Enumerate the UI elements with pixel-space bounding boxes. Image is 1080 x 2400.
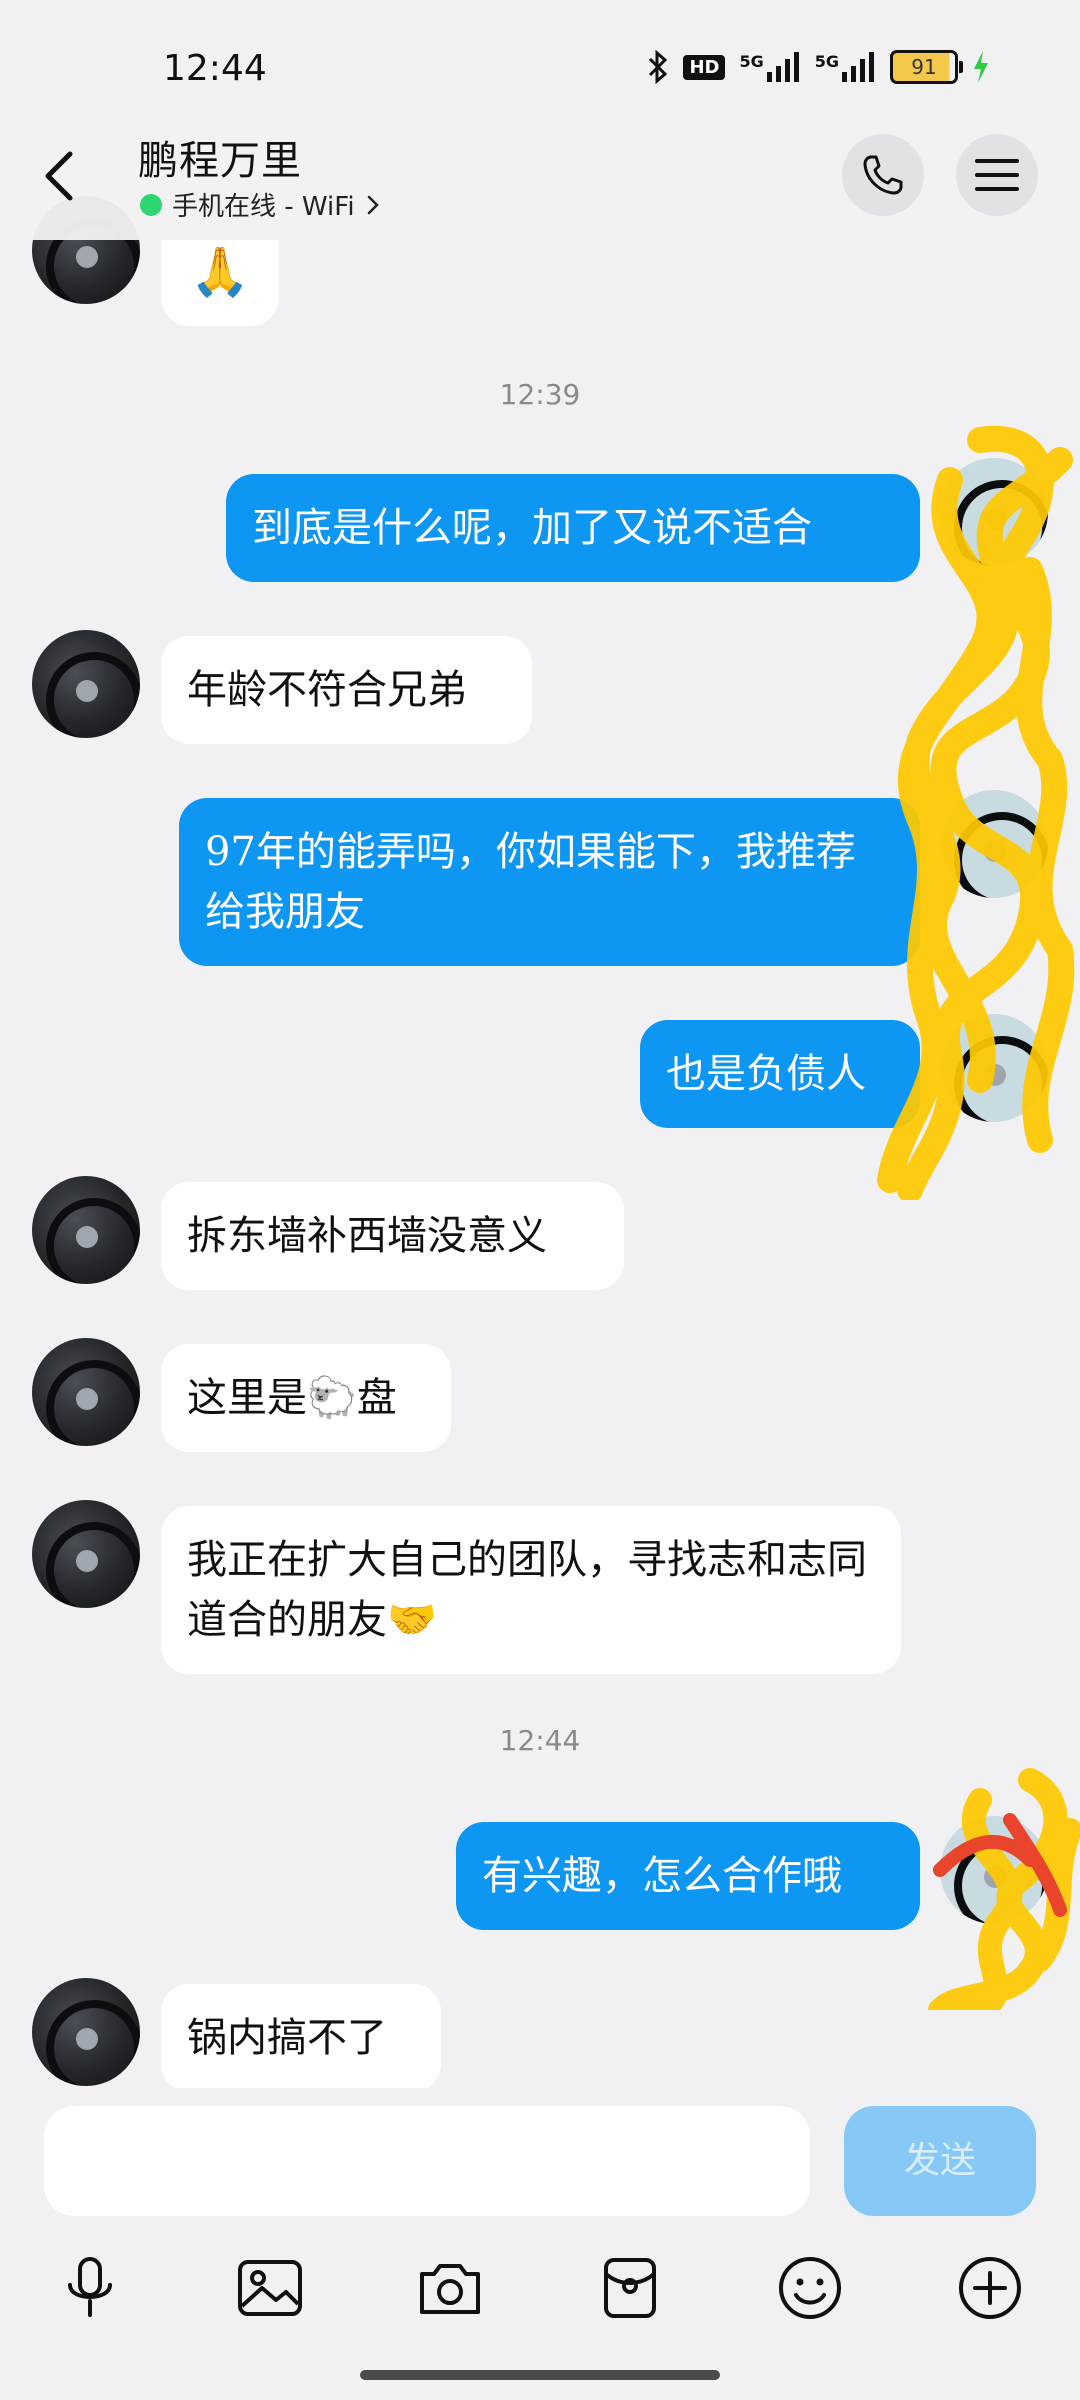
- contact-avatar[interactable]: [32, 1176, 140, 1284]
- message-bubble-incoming[interactable]: 我正在扩大自己的团队，寻找志和志同道合的朋友🤝: [161, 1506, 901, 1674]
- signal-5g-icon: 5G: [815, 52, 876, 82]
- back-button[interactable]: [32, 140, 92, 210]
- message-bubble-outgoing[interactable]: 97年的能弄吗，你如果能下，我推荐给我朋友: [179, 798, 920, 966]
- online-status-text: 手机在线 - WiFi: [172, 192, 355, 222]
- message-bubble-incoming[interactable]: 锅内搞不了: [161, 1984, 441, 2088]
- status-icons: HD 5G 5G 91: [647, 50, 990, 84]
- message-input[interactable]: [44, 2106, 810, 2216]
- online-status[interactable]: 手机在线 - WiFi: [140, 186, 381, 223]
- status-bar: 12:44 HD 5G 5G 91: [0, 0, 1080, 140]
- chevron-left-icon: [45, 151, 73, 201]
- send-button[interactable]: 发送: [844, 2106, 1036, 2216]
- red-packet-icon[interactable]: [590, 2248, 670, 2328]
- chevron-right-icon: [367, 195, 379, 214]
- chat-area[interactable]: 🙏 12:39 到底是什么呢，加了又说不适合 年龄不符合兄弟 97年的能弄吗，你…: [0, 0, 1080, 2088]
- message-bubble-outgoing[interactable]: 有兴趣，怎么合作哦: [456, 1822, 920, 1930]
- contact-avatar[interactable]: [32, 1338, 140, 1446]
- online-dot-icon: [140, 193, 162, 216]
- message-bubble-incoming[interactable]: 拆东墙补西墙没意义: [161, 1182, 624, 1290]
- message-bubble-incoming[interactable]: 年龄不符合兄弟: [161, 636, 532, 744]
- call-button[interactable]: [842, 134, 924, 216]
- home-indicator[interactable]: [360, 2370, 720, 2380]
- contact-avatar[interactable]: [32, 1978, 140, 2086]
- contact-avatar[interactable]: [32, 1500, 140, 1608]
- camera-icon[interactable]: [410, 2248, 490, 2328]
- timestamp: 12:39: [499, 378, 581, 411]
- message-bubble-outgoing[interactable]: 也是负债人: [640, 1020, 920, 1128]
- hamburger-menu-icon: [975, 159, 1019, 191]
- phone-icon: [863, 155, 903, 195]
- image-icon[interactable]: [230, 2248, 310, 2328]
- charging-icon: [972, 51, 990, 83]
- contact-avatar[interactable]: [32, 630, 140, 738]
- message-bubble-outgoing[interactable]: 到底是什么呢，加了又说不适合: [226, 474, 920, 582]
- signal-5g-icon: 5G: [739, 52, 800, 82]
- message-bubble-incoming[interactable]: 这里是🐑盘: [161, 1344, 451, 1452]
- timestamp: 12:44: [499, 1724, 581, 1757]
- self-avatar[interactable]: [940, 1816, 1048, 1924]
- battery-icon: 91: [890, 50, 963, 84]
- chat-header: 鹏程万里 手机在线 - WiFi: [0, 120, 1080, 240]
- hd-icon: HD: [683, 54, 726, 80]
- status-time: 12:44: [163, 48, 267, 89]
- bluetooth-icon: [647, 50, 669, 84]
- menu-button[interactable]: [956, 134, 1038, 216]
- self-avatar[interactable]: [940, 790, 1048, 898]
- microphone-icon[interactable]: [50, 2248, 130, 2328]
- self-avatar[interactable]: [940, 458, 1048, 566]
- self-avatar[interactable]: [940, 1014, 1048, 1122]
- plus-icon[interactable]: [950, 2248, 1030, 2328]
- emoji-icon[interactable]: [770, 2248, 850, 2328]
- composer-toolbar: [0, 2248, 1080, 2338]
- contact-name[interactable]: 鹏程万里: [138, 128, 302, 186]
- composer: 发送: [0, 2088, 1080, 2400]
